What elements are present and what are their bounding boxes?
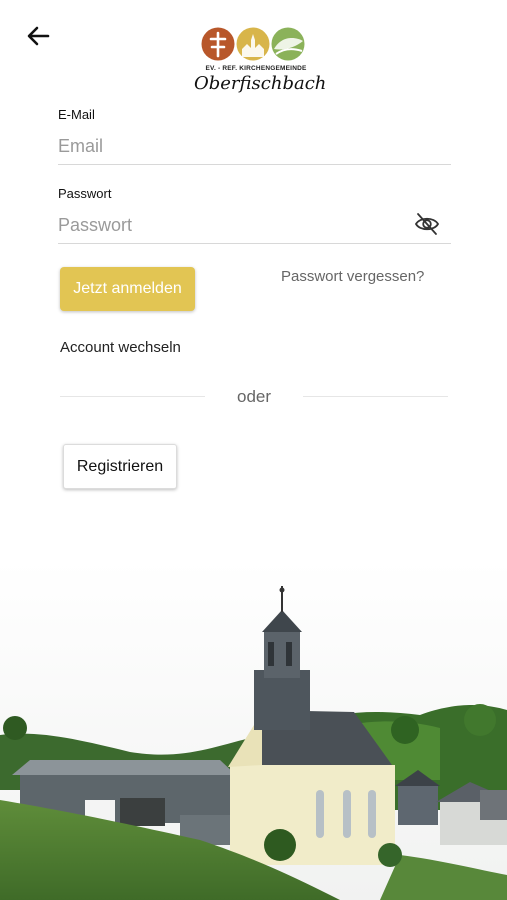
forgot-password-link[interactable]: Passwort vergessen? bbox=[281, 268, 424, 285]
logo-emblem-icon bbox=[201, 27, 305, 61]
logo-subtitle: EV. - REF. KIRCHENGEMEINDE bbox=[205, 65, 307, 72]
back-button[interactable] bbox=[22, 20, 54, 52]
email-underline bbox=[58, 164, 451, 165]
password-underline bbox=[58, 243, 451, 244]
church-photo bbox=[0, 560, 507, 900]
divider-left bbox=[60, 396, 205, 397]
divider-right bbox=[303, 396, 448, 397]
email-field[interactable] bbox=[58, 133, 450, 159]
arrow-left-icon bbox=[27, 26, 50, 46]
email-label: E-Mail bbox=[58, 107, 95, 122]
logo-name: Oberfischbach bbox=[194, 73, 327, 94]
divider-text: oder bbox=[236, 387, 272, 406]
register-button[interactable]: Registrieren bbox=[63, 444, 177, 489]
password-field[interactable] bbox=[58, 212, 403, 238]
church-logo: EV. - REF. KIRCHENGEMEINDE Oberfischbach bbox=[194, 27, 327, 97]
password-label: Passwort bbox=[58, 186, 112, 201]
eye-off-icon bbox=[414, 213, 440, 235]
login-button[interactable]: Jetzt anmelden bbox=[60, 267, 195, 311]
switch-account-link[interactable]: Account wechseln bbox=[60, 339, 181, 356]
password-visibility-toggle[interactable] bbox=[413, 211, 441, 237]
